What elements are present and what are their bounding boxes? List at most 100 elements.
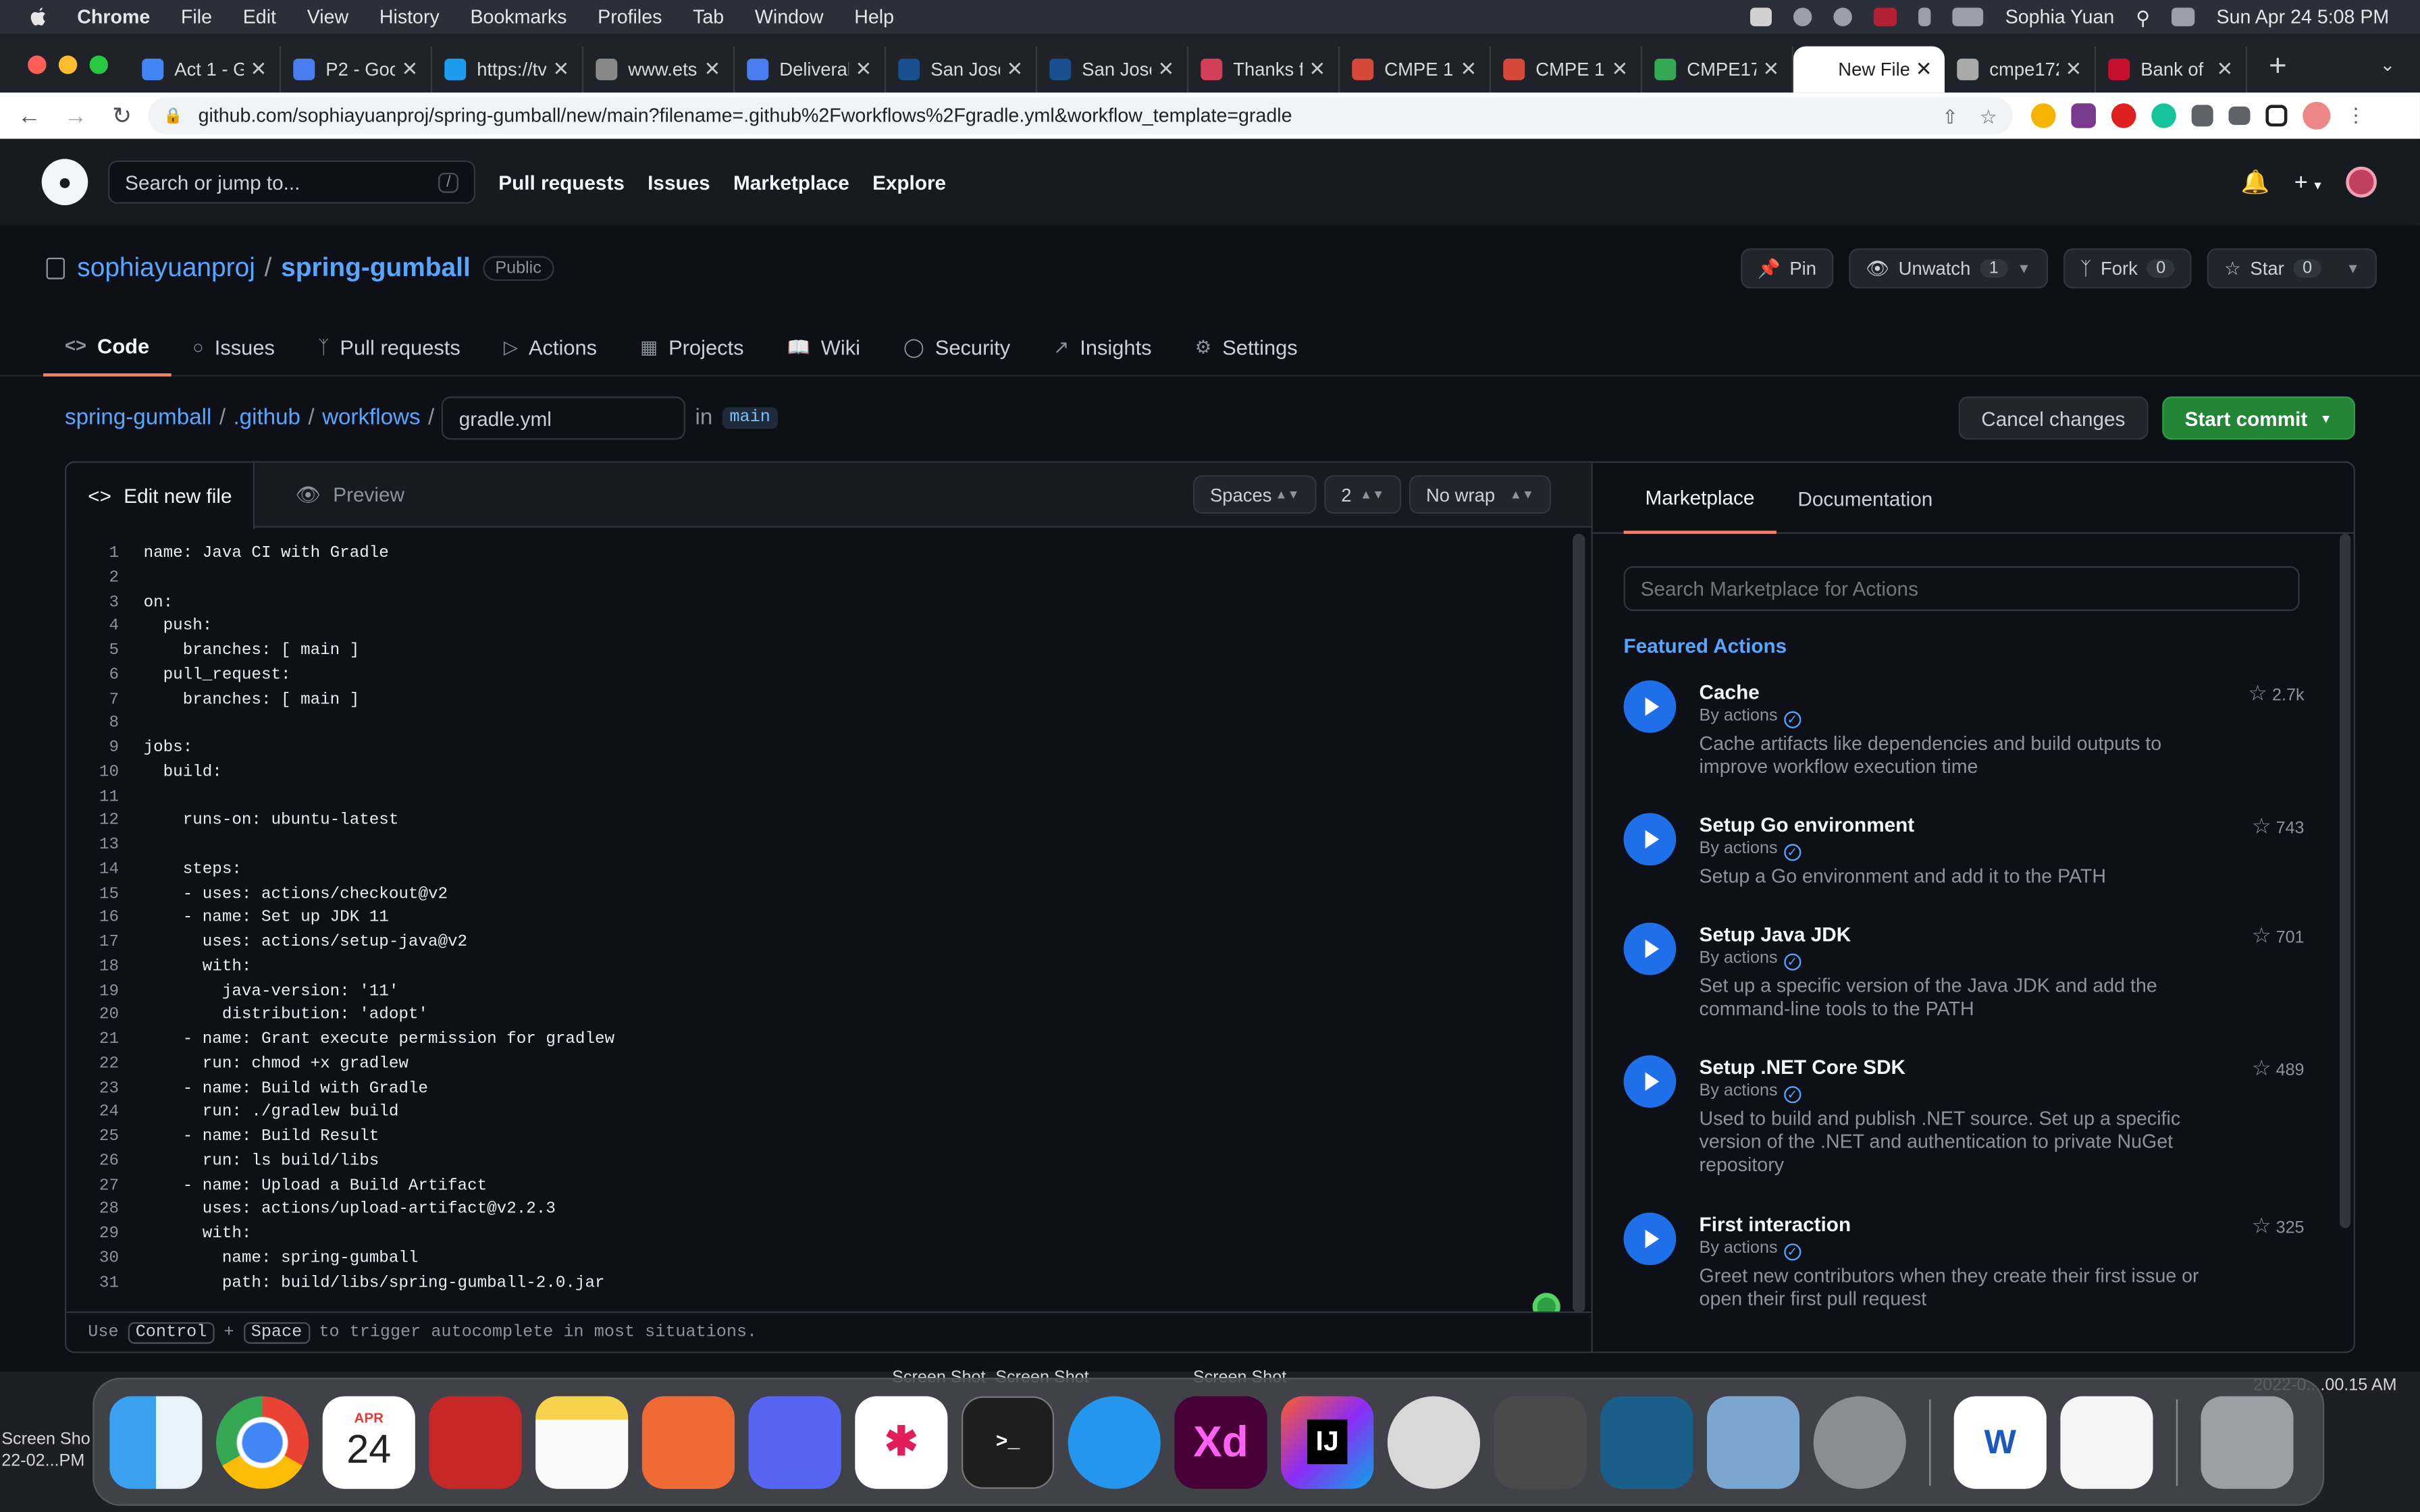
tab-close-icon[interactable]: ✕ [855, 57, 872, 82]
start-commit-button[interactable]: Start commit ▼ [2161, 396, 2355, 440]
extensions-puzzle-icon[interactable] [2191, 105, 2213, 127]
tab-close-icon[interactable]: ✕ [2065, 57, 2082, 82]
code-line[interactable]: 4 push: [66, 616, 1567, 641]
battery-icon[interactable] [1953, 7, 1984, 26]
browser-menu-icon[interactable]: ⋮ [2346, 103, 2366, 128]
code-line[interactable]: 6 pull_request: [66, 665, 1567, 689]
code-line[interactable]: 22 run: chmod +x gradlew [66, 1054, 1567, 1078]
star-button[interactable]: ☆ Star 0 ▼ [2207, 248, 2377, 289]
code-line[interactable]: 11 [66, 786, 1567, 811]
minimize-window-button[interactable] [58, 55, 78, 74]
browser-tab[interactable]: Thanks f ✕ [1188, 46, 1340, 93]
tab-close-icon[interactable]: ✕ [1611, 57, 1628, 82]
action-name[interactable]: Cache [1700, 680, 1760, 703]
code-line[interactable]: 21 - name: Grant execute permission for … [66, 1029, 1567, 1054]
tab-close-icon[interactable]: ✕ [704, 57, 720, 82]
marketplace-search-input[interactable] [1623, 566, 2300, 612]
nav-explore[interactable]: Explore [872, 171, 946, 194]
filename-input[interactable] [442, 396, 686, 440]
tab-close-icon[interactable]: ✕ [1916, 57, 1932, 82]
extension-icon-1[interactable] [2030, 103, 2056, 128]
back-arrow-icon[interactable]: ← [12, 103, 46, 129]
code-line[interactable]: 15 - uses: actions/checkout@v2 [66, 884, 1567, 908]
tab-security[interactable]: ◯ Security [882, 318, 1032, 377]
breadcrumb-workflows-dir[interactable]: workflows [322, 406, 420, 431]
browser-tab[interactable]: cmpe172 ✕ [1945, 46, 2096, 93]
control-center-icon[interactable] [2172, 7, 2195, 26]
tab-insights[interactable]: ↗ Insights [1032, 318, 1173, 377]
wrap-mode-select[interactable]: No wrap ▲▼ [1409, 475, 1552, 514]
maximize-window-button[interactable] [89, 55, 108, 74]
preview-tab[interactable]: 👁 Preview [273, 462, 426, 527]
fork-button[interactable]: ᛉ Fork 0 [2063, 248, 2192, 289]
browser-tab[interactable]: https://tv ✕ [432, 46, 583, 93]
tab-search-chevron-icon[interactable]: ⌄ [2379, 54, 2395, 76]
nav-issues[interactable]: Issues [648, 171, 710, 194]
spotlight-search-icon[interactable]: ⚲ [2136, 5, 2150, 28]
browser-tab[interactable]: Act 1 - G ✕ [130, 46, 281, 93]
browser-tab[interactable]: www.ets ✕ [583, 46, 735, 93]
repo-owner-link[interactable]: sophiayuanproj [77, 253, 255, 284]
tab-issues[interactable]: ○ Issues [171, 318, 296, 377]
unwatch-button[interactable]: 👁 Unwatch 1 ▼ [1848, 248, 2048, 289]
gimp-icon[interactable] [1387, 1395, 1480, 1488]
code-line[interactable]: 8 [66, 713, 1567, 738]
nav-marketplace[interactable]: Marketplace [733, 171, 849, 194]
menu-window[interactable]: Window [755, 6, 824, 28]
photo-booth-icon[interactable] [429, 1395, 522, 1488]
tab-settings[interactable]: ⚙ Settings [1174, 318, 1319, 377]
menu-file[interactable]: File [181, 6, 212, 28]
browser-tab[interactable]: CMPE 17 ✕ [1340, 46, 1491, 93]
discord-icon[interactable] [748, 1395, 841, 1488]
intellij-icon[interactable]: IJ [1281, 1395, 1374, 1488]
apple-icon[interactable] [28, 6, 49, 28]
lock-icon[interactable]: 🔒 [163, 107, 182, 124]
user-name[interactable]: Sophia Yuan [2005, 6, 2115, 28]
code-line[interactable]: 17 uses: actions/setup-java@v2 [66, 932, 1567, 956]
code-line[interactable]: 23 - name: Build with Gradle [66, 1078, 1567, 1102]
address-bar[interactable]: 🔒 github.com/sophiayuanproj/spring-gumba… [148, 97, 2013, 134]
github-search-input[interactable]: Search or jump to... / [107, 160, 475, 204]
code-line[interactable]: 28 uses: actions/upload-artifact@v2.2.3 [66, 1199, 1567, 1224]
browser-tab[interactable]: San Jose ✕ [886, 46, 1037, 93]
adobe-xd-icon[interactable]: Xd [1174, 1395, 1267, 1488]
tab-marketplace[interactable]: Marketplace [1623, 463, 1777, 534]
code-line[interactable]: 27 - name: Upload a Build Artifact [66, 1175, 1567, 1199]
action-name[interactable]: First interaction [1700, 1213, 1851, 1236]
finder-icon[interactable] [109, 1395, 203, 1488]
marketplace-scrollbar[interactable] [2340, 533, 2351, 1228]
reading-list-icon[interactable] [2228, 106, 2251, 126]
code-line[interactable]: 12 runs-on: ubuntu-latest [66, 811, 1567, 835]
edit-file-tab[interactable]: <> Edit new file [66, 462, 255, 529]
new-tab-button[interactable]: + [2269, 49, 2287, 85]
create-new-plus-icon[interactable]: + ▾ [2294, 169, 2321, 195]
code-line[interactable]: 16 - name: Set up JDK 11 [66, 908, 1567, 932]
action-name[interactable]: Setup Java JDK [1700, 923, 1851, 946]
address-url[interactable]: github.com/sophiayuanproj/spring-gumball… [199, 105, 1292, 126]
side-panel-icon[interactable] [2265, 105, 2288, 127]
calendar-icon[interactable]: APR 24 [322, 1395, 415, 1488]
code-line[interactable]: 29 with: [66, 1224, 1567, 1248]
menubar-datetime[interactable]: Sun Apr 24 5:08 PM [2217, 6, 2390, 28]
tab-close-icon[interactable]: ✕ [1006, 57, 1023, 82]
code-line[interactable]: 25 - name: Build Result [66, 1127, 1567, 1151]
nav-pull-requests[interactable]: Pull requests [498, 171, 625, 194]
browser-tab[interactable]: San Jose ✕ [1037, 46, 1188, 93]
word-icon[interactable]: W [1953, 1395, 2047, 1488]
browser-tab[interactable]: Bank of ✕ [2096, 46, 2247, 93]
browser-tab[interactable]: CMPE17 ✕ [1642, 46, 1793, 93]
code-line[interactable]: 9 jobs: [66, 738, 1567, 762]
breadcrumb-github-dir[interactable]: .github [233, 406, 300, 431]
system-preferences-gear-icon[interactable] [1813, 1395, 1906, 1488]
tab-close-icon[interactable]: ✕ [250, 57, 267, 82]
notes-icon[interactable] [535, 1395, 629, 1488]
unity-icon[interactable] [1494, 1395, 1587, 1488]
notification-bell-icon[interactable]: 🔔 [2240, 168, 2269, 196]
tab-close-icon[interactable]: ✕ [401, 57, 418, 82]
code-line[interactable]: 13 [66, 835, 1567, 859]
code-line[interactable]: 24 run: ./gradlew build [66, 1102, 1567, 1127]
pin-button[interactable]: 📌 Pin [1740, 248, 1834, 289]
terminal-icon[interactable]: >_ [961, 1395, 1055, 1488]
tab-close-icon[interactable]: ✕ [1762, 57, 1779, 82]
code-area[interactable]: 1 name: Java CI with Gradle 2 3 on: 4 push: 5 … [66, 543, 1567, 1312]
